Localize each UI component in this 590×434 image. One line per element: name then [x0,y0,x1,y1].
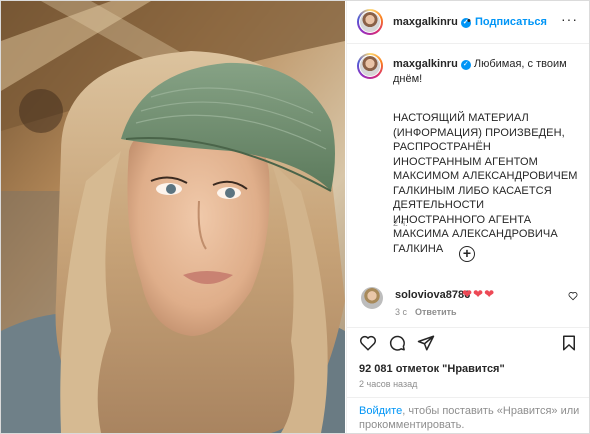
caption-text-block: maxgalkinru ✓ Любимая, с твоим днём! НАСТ… [393,57,579,256]
caption-timestamp: 2 ч. [393,218,408,228]
author-username[interactable]: maxgalkinru ✓ [393,16,471,28]
login-prompt: Войдите, чтобы поставить «Нравится» или … [347,397,589,433]
save-icon[interactable] [560,334,578,352]
post-header: maxgalkinru ✓ • Подписаться ··· [347,1,589,44]
separator-dot: • [467,15,471,27]
post-photo[interactable] [1,1,345,433]
action-bar [347,327,589,358]
author-username-text[interactable]: maxgalkinru [393,16,458,28]
load-more-comments-icon[interactable]: + [459,246,475,262]
login-prompt-text: Войдите, чтобы поставить «Нравится» или … [359,404,581,432]
like-icon[interactable] [359,334,377,352]
share-icon[interactable] [417,334,435,352]
post-side-panel: maxgalkinru ✓ • Подписаться ··· maxgalkin… [346,1,589,433]
reply-button[interactable]: Ответить [415,307,457,317]
follow-button[interactable]: Подписаться [475,16,547,28]
likes-count[interactable]: 92 081 отметок "Нравится" [359,363,505,375]
author-avatar[interactable] [357,9,383,35]
post-timestamp: 2 часов назад [359,379,418,389]
commenter-avatar[interactable] [361,287,383,309]
likes-number: 92 081 [359,363,393,375]
caption-body: НАСТОЯЩИЙ МАТЕРИАЛ (ИНФОРМАЦИЯ) ПРОИЗВЕД… [393,112,578,255]
commenter-username[interactable]: soloviova8786 [395,289,470,301]
comment-timestamp: 3 с [395,307,408,317]
comment-like-icon[interactable] [568,291,578,301]
likes-label: отметок "Нравится" [392,363,505,375]
comment-text: ❤❤❤ [462,287,496,301]
more-options-icon[interactable]: ··· [561,11,578,27]
caption-verified-badge-icon: ✓ [460,60,471,70]
login-link[interactable]: Войдите [359,405,402,417]
instagram-post: maxgalkinru ✓ • Подписаться ··· maxgalkin… [0,0,590,434]
portrait-woman-in-green-visor [1,1,345,433]
caption-author-avatar[interactable] [357,53,383,79]
caption-username[interactable]: maxgalkinru [393,58,458,70]
comment-icon[interactable] [388,334,406,352]
